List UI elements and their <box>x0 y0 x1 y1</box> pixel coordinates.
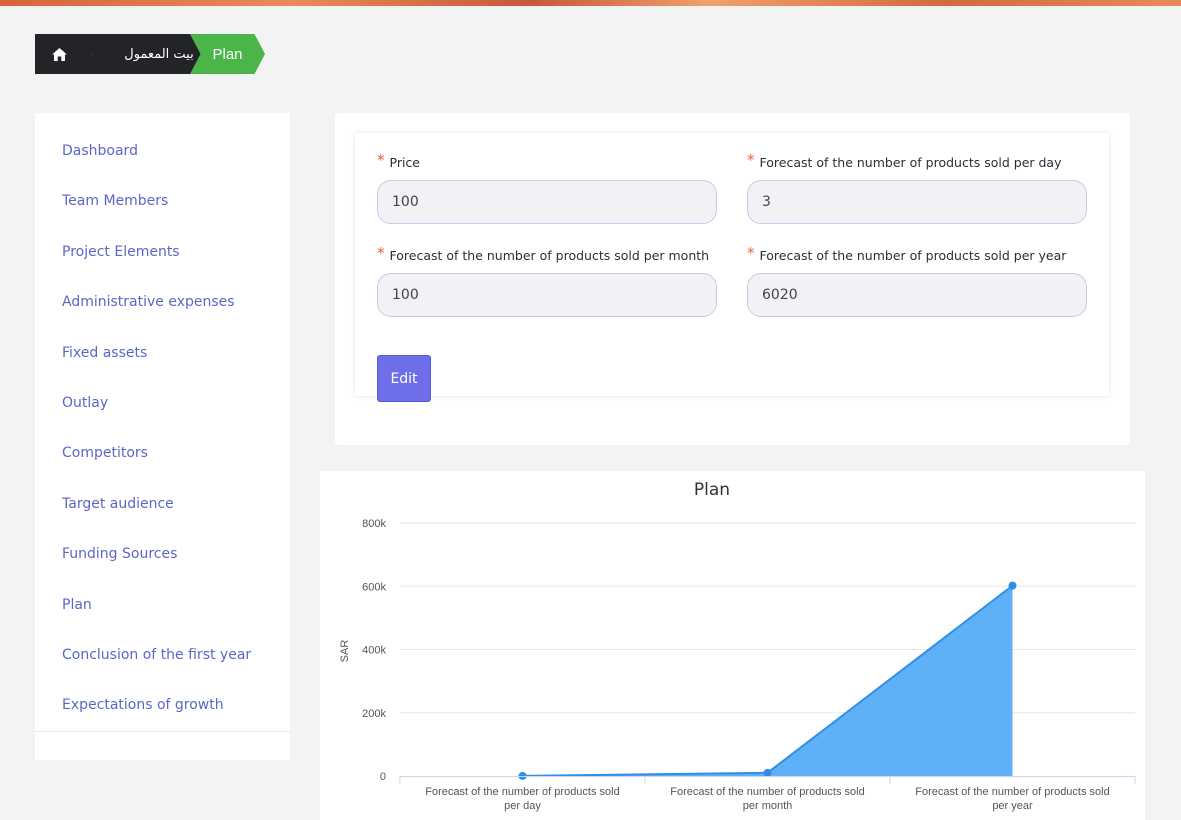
per-month-input[interactable]: 100 <box>377 273 717 317</box>
home-icon <box>51 47 67 61</box>
chart-data-point[interactable] <box>518 771 527 780</box>
per-year-label: * Forecast of the number of products sold… <box>747 244 1067 264</box>
sidebar-item-project-elements[interactable]: Project Elements <box>35 240 290 290</box>
chart-y-tick-label: 600k <box>362 581 386 593</box>
sidebar-item-label[interactable]: Team Members <box>62 189 168 213</box>
sidebar-item-outlay[interactable]: Outlay <box>35 391 290 441</box>
per-day-label-text: Forecast of the number of products sold … <box>759 155 1062 170</box>
per-month-label-text: Forecast of the number of products sold … <box>389 248 710 263</box>
per-day-input[interactable]: 3 <box>747 180 1087 224</box>
breadcrumb-home[interactable] <box>35 34 93 74</box>
sidebar-item-label[interactable]: Target audience <box>62 492 174 516</box>
sidebar-divider <box>35 731 290 732</box>
sidebar-item-label[interactable]: Plan <box>62 593 92 617</box>
sidebar-item-competitors[interactable]: Competitors <box>35 441 290 491</box>
sidebar-item-funding-sources[interactable]: Funding Sources <box>35 542 290 592</box>
price-label: * Price <box>377 151 421 171</box>
chart-x-tick-label: Forecast of the number of products sold p… <box>670 786 864 812</box>
chart-data-point[interactable] <box>1008 581 1017 590</box>
breadcrumb-current: Plan <box>190 34 265 74</box>
required-mark: * <box>747 151 755 169</box>
per-day-label: * Forecast of the number of products sold… <box>747 151 1062 171</box>
sidebar-menu: Dashboard Team Members Project Elements … <box>35 113 290 744</box>
required-mark: * <box>377 244 385 262</box>
required-mark: * <box>377 151 385 169</box>
sidebar-item-label[interactable]: Outlay <box>62 391 108 415</box>
chart-x-tick-label: Forecast of the number of products sold p… <box>915 786 1109 812</box>
breadcrumb-current-label: Plan <box>212 45 243 63</box>
per-month-label: * Forecast of the number of products sold… <box>377 244 710 264</box>
sidebar-item-label[interactable]: Competitors <box>62 441 148 465</box>
edit-button[interactable]: Edit <box>377 355 431 402</box>
sidebar-item-administrative-expenses[interactable]: Administrative expenses <box>35 290 290 340</box>
sidebar-item-label[interactable]: Project Elements <box>62 240 180 264</box>
sidebar-item-plan[interactable]: Plan <box>35 593 290 643</box>
sidebar-item-target-audience[interactable]: Target audience <box>35 492 290 542</box>
sidebar-item-label[interactable]: Fixed assets <box>62 341 147 365</box>
chart-x-tick-label: Forecast of the number of products sold p… <box>425 786 619 812</box>
required-mark: * <box>747 244 755 262</box>
sidebar-item-conclusion-first-year[interactable]: Conclusion of the first year <box>35 643 290 693</box>
sidebar-item-label[interactable]: Dashboard <box>62 139 138 163</box>
sidebar-item-fixed-assets[interactable]: Fixed assets <box>35 341 290 391</box>
price-label-text: Price <box>389 155 421 170</box>
chart-y-tick-label: 800k <box>362 518 386 530</box>
plan-chart: Plan SAR 0 200k 400k 600k 800k Forecast of t… <box>320 471 1145 820</box>
per-year-input[interactable]: 6020 <box>747 273 1087 317</box>
sidebar-item-team-members[interactable]: Team Members <box>35 189 290 239</box>
sidebar-item-label[interactable]: Administrative expenses <box>62 290 235 314</box>
chart-data-point[interactable] <box>763 768 772 777</box>
chart-y-tick-label: 200k <box>362 708 386 720</box>
plan-form: * Price 100 * Forecast of the number of pr… <box>355 133 1109 402</box>
chart-y-tick-label: 0 <box>380 771 386 783</box>
chart-title: Plan <box>694 480 730 500</box>
sidebar-item-label[interactable]: Funding Sources <box>62 542 177 566</box>
price-input[interactable]: 100 <box>377 180 717 224</box>
sidebar: Dashboard Team Members Project Elements … <box>35 113 290 760</box>
chart-svg: Plan SAR 0 200k 400k 600k 800k Forecast of t… <box>339 480 1136 812</box>
sidebar-item-dashboard[interactable]: Dashboard <box>35 139 290 189</box>
sidebar-item-label[interactable]: Conclusion of the first year <box>62 643 251 667</box>
chart-y-axis-label: SAR <box>339 640 351 663</box>
sidebar-item-label[interactable]: Expectations of growth <box>62 693 224 717</box>
chart-area-series <box>522 585 1013 776</box>
breadcrumb-project-label: بيت المعمول <box>124 46 194 62</box>
plan-form-panel: * Price 100 * Forecast of the number of pr… <box>335 113 1130 445</box>
sidebar-item-expectations-of-growth[interactable]: Expectations of growth <box>35 693 290 743</box>
chart-y-tick-label: 400k <box>362 645 386 657</box>
per-year-label-text: Forecast of the number of products sold … <box>759 248 1067 263</box>
header-banner-image <box>0 0 1181 6</box>
